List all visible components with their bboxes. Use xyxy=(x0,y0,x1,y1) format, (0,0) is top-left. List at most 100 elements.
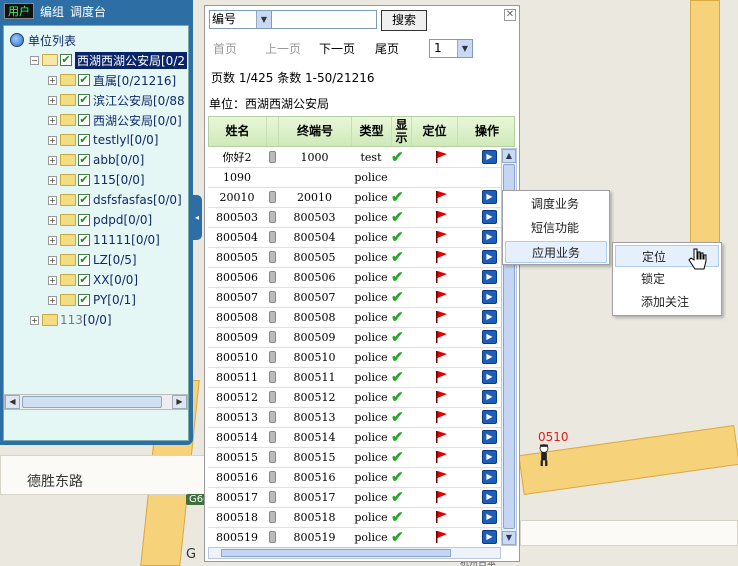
col-action[interactable]: 操作 xyxy=(458,117,516,146)
locate-flag-icon[interactable] xyxy=(434,330,448,347)
locate-flag-icon[interactable] xyxy=(434,530,448,546)
expand-icon[interactable]: + xyxy=(48,295,57,305)
expand-icon[interactable]: + xyxy=(48,75,57,85)
action-menu-button[interactable]: ▶ xyxy=(482,430,497,444)
locate-flag-icon[interactable] xyxy=(434,190,448,207)
table-row[interactable]: 800509 800509 police ✔ ▶ xyxy=(208,328,501,348)
expand-icon[interactable]: + xyxy=(48,155,57,165)
tree-hscrollbar[interactable]: ◀ ▶ xyxy=(4,394,188,410)
expand-icon[interactable]: + xyxy=(48,95,57,105)
action-menu-button[interactable]: ▶ xyxy=(482,330,497,344)
first-page-link[interactable]: 首页 xyxy=(213,40,237,57)
action-menu-button[interactable]: ▶ xyxy=(482,290,497,304)
scroll-thumb[interactable] xyxy=(22,396,162,408)
table-row[interactable]: 800505 800505 police ✔ ▶ xyxy=(208,248,501,268)
grid-hscrollbar[interactable] xyxy=(208,547,501,559)
locate-flag-icon[interactable] xyxy=(434,510,448,527)
expand-icon[interactable]: + xyxy=(48,175,57,185)
tree-root[interactable]: 单位列表 xyxy=(10,30,76,50)
tree-node[interactable]: + ✔ 11111[0/0] xyxy=(48,230,160,250)
locate-flag-icon[interactable] xyxy=(434,430,448,447)
action-menu-button[interactable]: ▶ xyxy=(482,150,497,164)
locate-flag-icon[interactable] xyxy=(434,230,448,247)
tree-node-113[interactable]: + 113 [0/0] xyxy=(30,310,112,330)
checkbox[interactable]: ✔ xyxy=(78,294,90,306)
checkbox[interactable]: ✔ xyxy=(78,214,90,226)
tree-node[interactable]: + ✔ XX[0/0] xyxy=(48,270,138,290)
tree-node[interactable]: + ✔ PY[0/1] xyxy=(48,290,136,310)
locate-flag-icon[interactable] xyxy=(434,470,448,487)
checkbox[interactable]: ✔ xyxy=(78,254,90,266)
last-page-link[interactable]: 尾页 xyxy=(375,40,399,57)
expand-icon[interactable]: + xyxy=(48,195,57,205)
locate-flag-icon[interactable] xyxy=(434,490,448,507)
search-field-select[interactable]: 编号 ▼ xyxy=(209,10,272,29)
tree-node[interactable]: + ✔ testlyl[0/0] xyxy=(48,130,159,150)
menu-item-add-follow[interactable]: 添加关注 xyxy=(615,291,719,313)
tree-node[interactable]: + ✔ abb[0/0] xyxy=(48,150,144,170)
menu-item-sms[interactable]: 短信功能 xyxy=(505,217,607,239)
locate-flag-icon[interactable] xyxy=(434,350,448,367)
tree-node[interactable]: + ✔ 直属[0/21216] xyxy=(48,70,176,90)
action-menu-button[interactable]: ▶ xyxy=(482,310,497,324)
checkbox[interactable]: ✔ xyxy=(78,234,90,246)
action-menu-button[interactable]: ▶ xyxy=(482,370,497,384)
locate-flag-icon[interactable] xyxy=(434,290,448,307)
locate-flag-icon[interactable] xyxy=(434,450,448,467)
action-menu-button[interactable]: ▶ xyxy=(482,390,497,404)
action-menu-button[interactable]: ▶ xyxy=(482,190,497,204)
action-menu-button[interactable]: ▶ xyxy=(482,470,497,484)
scroll-up-icon[interactable]: ▲ xyxy=(502,149,516,163)
checkbox[interactable]: ✔ xyxy=(78,154,90,166)
expand-icon[interactable]: + xyxy=(48,255,57,265)
scroll-left-icon[interactable]: ◀ xyxy=(5,395,20,409)
collapse-icon[interactable]: − xyxy=(30,55,39,65)
checkbox[interactable]: ✔ xyxy=(78,194,90,206)
col-name[interactable]: 姓名 xyxy=(209,117,267,146)
table-row[interactable]: 800514 800514 police ✔ ▶ xyxy=(208,428,501,448)
table-row[interactable]: 1090 police xyxy=(208,168,501,188)
tree-node[interactable]: + ✔ 115[0/0] xyxy=(48,170,145,190)
table-row[interactable]: 800513 800513 police ✔ ▶ xyxy=(208,408,501,428)
action-menu-button[interactable]: ▶ xyxy=(482,270,497,284)
table-row[interactable]: 800506 800506 police ✔ ▶ xyxy=(208,268,501,288)
action-menu-button[interactable]: ▶ xyxy=(482,210,497,224)
tab-groups[interactable]: 编组 xyxy=(40,3,64,20)
search-button[interactable]: 搜索 xyxy=(381,10,427,31)
expand-icon[interactable]: + xyxy=(30,315,39,325)
table-row[interactable]: 800519 800519 police ✔ ▶ xyxy=(208,528,501,546)
search-input[interactable] xyxy=(271,10,377,29)
checkbox[interactable]: ✔ xyxy=(78,114,90,126)
tab-users[interactable]: 用户 xyxy=(4,3,34,19)
page-select[interactable]: 1 ▼ xyxy=(429,39,473,58)
table-row[interactable]: 800504 800504 police ✔ ▶ xyxy=(208,228,501,248)
menu-item-dispatch[interactable]: 调度业务 xyxy=(505,193,607,215)
table-row[interactable]: 800508 800508 police ✔ ▶ xyxy=(208,308,501,328)
police-marker-icon[interactable] xyxy=(534,444,554,470)
prev-page-link[interactable]: 上一页 xyxy=(265,40,301,57)
panel-collapse-handle[interactable]: ◂ xyxy=(192,195,202,240)
checkbox[interactable]: ✔ xyxy=(78,134,90,146)
expand-icon[interactable]: + xyxy=(48,275,57,285)
col-display[interactable]: 显 示 xyxy=(392,117,412,146)
col-locate[interactable]: 定位 xyxy=(412,117,458,146)
locate-flag-icon[interactable] xyxy=(434,270,448,287)
expand-icon[interactable]: + xyxy=(48,115,57,125)
col-terminal[interactable]: 终端号 xyxy=(279,117,352,146)
menu-item-application[interactable]: 应用业务 xyxy=(505,241,607,263)
action-menu-button[interactable]: ▶ xyxy=(482,250,497,264)
expand-icon[interactable]: + xyxy=(48,135,57,145)
table-row[interactable]: 800515 800515 police ✔ ▶ xyxy=(208,448,501,468)
locate-flag-icon[interactable] xyxy=(434,250,448,267)
next-page-link[interactable]: 下一页 xyxy=(319,40,355,57)
action-menu-button[interactable]: ▶ xyxy=(482,230,497,244)
table-row[interactable]: 800510 800510 police ✔ ▶ xyxy=(208,348,501,368)
expand-icon[interactable]: + xyxy=(48,235,57,245)
locate-flag-icon[interactable] xyxy=(434,410,448,427)
checkbox[interactable]: ✔ xyxy=(78,274,90,286)
locate-flag-icon[interactable] xyxy=(434,390,448,407)
action-menu-button[interactable]: ▶ xyxy=(482,530,497,544)
tree-node[interactable]: + ✔ dsfsfasfas[0/0] xyxy=(48,190,182,210)
locate-flag-icon[interactable] xyxy=(434,210,448,227)
checkbox[interactable]: ✔ xyxy=(78,174,90,186)
